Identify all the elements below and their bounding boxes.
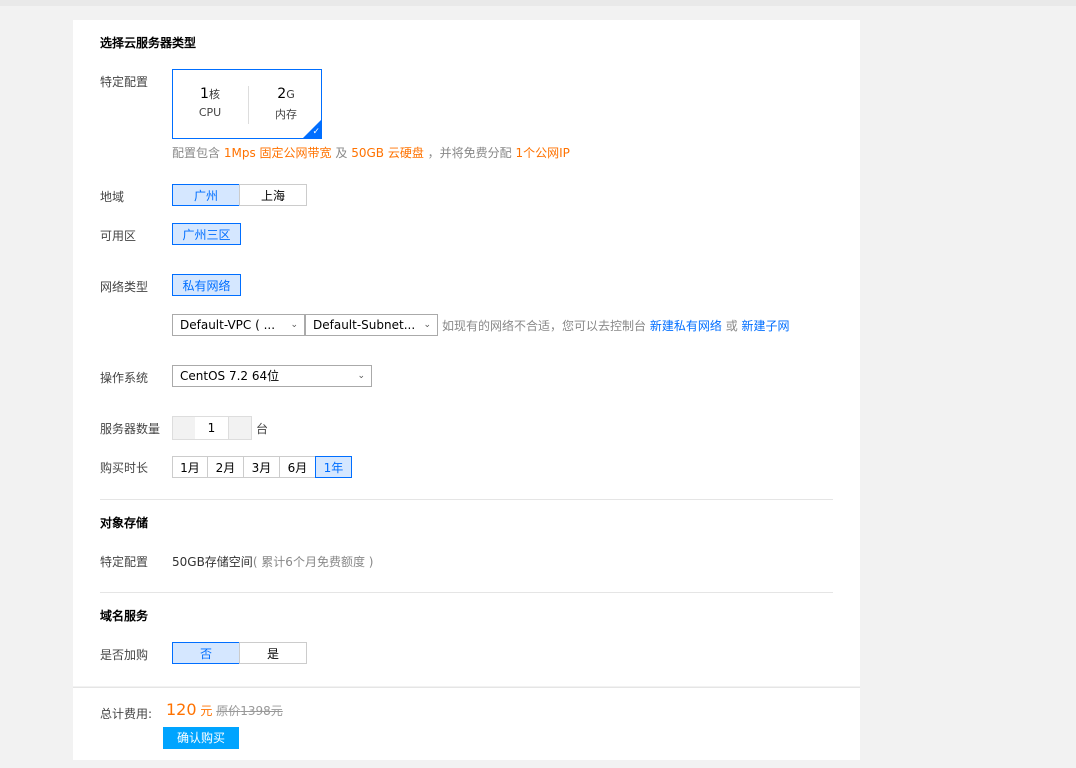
original-price-value: 1398元 xyxy=(240,704,283,718)
subnet-select-value: Default-Subnet... xyxy=(313,318,416,332)
subnet-select[interactable]: Default-Subnet... ⌄ xyxy=(305,314,438,336)
storage-spec-label: 特定配置 xyxy=(100,555,149,569)
server-config-note: 配置包含 1Mps 固定公网带宽 及 50GB 云硬盘 ，并将免费分配 1个公网… xyxy=(172,144,570,161)
cpu-unit: 核 xyxy=(208,88,220,101)
mem-unit: G xyxy=(286,88,295,101)
create-subnet-link[interactable]: 新建子网 xyxy=(742,319,790,333)
order-form-card: 选择云服务器类型 特定配置 1核 CPU 2G 内存 ✓ 配置包含 1Mps 固… xyxy=(73,20,860,686)
section-divider xyxy=(100,499,833,500)
mem-value: 2 xyxy=(277,86,287,102)
note-bandwidth: 1Mps 固定公网带宽 xyxy=(223,146,332,160)
region-label: 地域 xyxy=(100,190,125,204)
cpu-label: CPU xyxy=(198,106,222,119)
config-card-1c2g[interactable]: 1核 CPU 2G 内存 ✓ xyxy=(172,69,322,139)
network-hint: 如现有的网络不合适，您可以去控制台 新建私有网络 或 新建子网 xyxy=(442,317,790,334)
duration-option-3m[interactable]: 3月 xyxy=(243,456,280,478)
quantity-label: 服务器数量 xyxy=(100,422,161,436)
duration-option-6m[interactable]: 6月 xyxy=(279,456,316,478)
storage-spec: 50GB存储空间( 累计6个月免费额度 ) xyxy=(172,553,373,570)
vpc-select[interactable]: Default-VPC ( ... ⌄ xyxy=(172,314,305,336)
domain-option-no[interactable]: 否 xyxy=(172,642,240,664)
storage-value: 50GB存储空间 xyxy=(172,555,253,569)
zone-label: 可用区 xyxy=(100,229,137,243)
quantity-increment-button[interactable] xyxy=(228,416,252,440)
price-unit: 元 xyxy=(200,704,213,718)
note-mid: ，并将免费分配 xyxy=(427,146,512,160)
original-price: 原价1398元 xyxy=(216,704,283,718)
original-price-label: 原价 xyxy=(216,704,241,718)
note-disk: 50GB 云硬盘 xyxy=(351,146,424,160)
storage-note: ( 累计6个月免费额度 ) xyxy=(252,555,374,569)
network-option-vpc[interactable]: 私有网络 xyxy=(172,274,241,296)
region-option-shanghai[interactable]: 上海 xyxy=(239,184,307,206)
order-footer: 总计费用: 120 元 原价1398元 确认购买 xyxy=(73,687,860,760)
create-vpc-link[interactable]: 新建私有网络 xyxy=(650,319,722,333)
domain-addon-label: 是否加购 xyxy=(100,648,149,662)
storage-section-title: 对象存储 xyxy=(100,516,149,530)
vpc-select-value: Default-VPC ( ... xyxy=(180,318,276,332)
server-section-title: 选择云服务器类型 xyxy=(100,36,197,50)
price-block: 120 元 原价1398元 xyxy=(166,700,283,719)
chevron-down-icon: ⌄ xyxy=(357,371,365,381)
cpu-value: 1 xyxy=(200,86,209,102)
quantity-decrement-button[interactable] xyxy=(172,416,196,440)
section-divider xyxy=(100,592,833,593)
os-label: 操作系统 xyxy=(100,371,149,385)
domain-section-title: 域名服务 xyxy=(100,609,149,623)
duration-label: 购买时长 xyxy=(100,461,149,475)
server-spec-label: 特定配置 xyxy=(100,75,149,89)
zone-option-guangzhou-3[interactable]: 广州三区 xyxy=(172,223,241,245)
note-ip: 1个公网IP xyxy=(515,146,570,160)
quantity-unit: 台 xyxy=(256,422,269,436)
os-select-value: CentOS 7.2 64位 xyxy=(180,369,280,383)
note-prefix: 配置包含 xyxy=(172,146,221,160)
network-label: 网络类型 xyxy=(100,280,149,294)
duration-option-1y[interactable]: 1年 xyxy=(315,456,352,478)
total-label: 总计费用: xyxy=(100,707,153,721)
note-and: 及 xyxy=(335,146,348,160)
domain-option-yes[interactable]: 是 xyxy=(239,642,307,664)
chevron-down-icon: ⌄ xyxy=(290,320,298,330)
region-option-guangzhou[interactable]: 广州 xyxy=(172,184,240,206)
quantity-input[interactable]: 1 xyxy=(195,416,228,440)
duration-option-2m[interactable]: 2月 xyxy=(207,456,244,478)
check-icon: ✓ xyxy=(312,127,320,137)
total-price: 120 xyxy=(166,700,197,719)
top-bar xyxy=(0,0,1076,6)
os-select[interactable]: CentOS 7.2 64位 ⌄ xyxy=(172,365,372,387)
duration-option-1m[interactable]: 1月 xyxy=(172,456,208,478)
network-hint-text: 如现有的网络不合适，您可以去控制台 xyxy=(442,319,647,333)
chevron-down-icon: ⌄ xyxy=(423,320,431,330)
network-hint-or: 或 xyxy=(725,319,738,333)
confirm-purchase-button[interactable]: 确认购买 xyxy=(163,727,239,749)
